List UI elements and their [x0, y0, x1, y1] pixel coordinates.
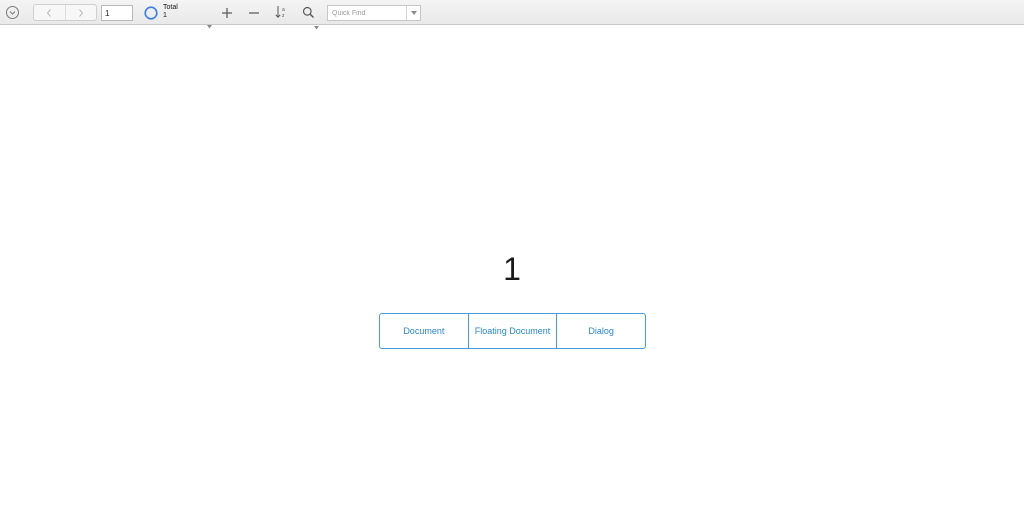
svg-text:z: z	[282, 13, 285, 19]
caret-down-icon	[207, 25, 212, 29]
sort-az-icon: a z	[275, 6, 285, 19]
current-record-input[interactable]	[101, 5, 133, 21]
record-value: 1	[503, 251, 521, 287]
previous-record-button[interactable]	[34, 5, 65, 20]
window-style-segmented-control: Document Floating Document Dialog	[379, 313, 646, 349]
document-button[interactable]: Document	[380, 314, 468, 348]
status-toolbar: Total 1 a z	[0, 0, 1024, 30]
record-navigation	[33, 4, 97, 21]
caret-down-icon	[314, 26, 319, 30]
total-menu-caret[interactable]	[207, 16, 212, 29]
minus-icon	[249, 12, 259, 14]
magnifier-icon	[302, 6, 314, 18]
caret-down-icon	[410, 10, 417, 15]
total-records: Total 1	[163, 4, 178, 20]
new-record-button[interactable]	[219, 5, 235, 21]
total-value: 1	[163, 12, 167, 19]
dialog-button[interactable]: Dialog	[556, 314, 645, 348]
quick-find-dropdown-button[interactable]	[406, 6, 420, 20]
chevron-left-icon	[47, 8, 52, 17]
next-record-button[interactable]	[64, 5, 97, 20]
find-menu-caret[interactable]	[314, 17, 319, 30]
sort-button[interactable]: a z	[273, 4, 289, 20]
circle-icon	[144, 6, 158, 20]
total-records-indicator	[144, 6, 158, 20]
floating-document-button[interactable]: Floating Document	[467, 314, 557, 348]
toolbar-menu-button[interactable]	[5, 5, 20, 20]
plus-icon	[222, 8, 232, 18]
window: Total 1 a z	[0, 0, 1024, 523]
quick-find-input[interactable]	[328, 6, 406, 20]
quick-find-field	[327, 5, 421, 21]
chevron-down-circle-icon	[6, 6, 19, 19]
total-label: Total	[163, 4, 178, 11]
chevron-right-icon	[78, 8, 83, 17]
delete-record-button[interactable]	[246, 5, 262, 21]
